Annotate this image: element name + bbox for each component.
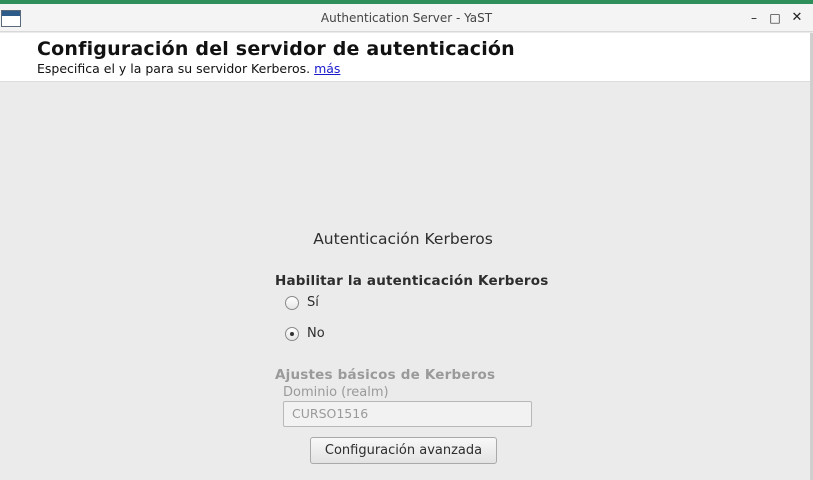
maximize-icon[interactable]: □ bbox=[767, 10, 783, 26]
realm-label: Dominio (realm) bbox=[283, 385, 389, 400]
section-title: Autenticación Kerberos bbox=[313, 230, 493, 248]
radio-option-si[interactable]: Sí bbox=[285, 295, 319, 310]
radio-label-si: Sí bbox=[307, 295, 319, 310]
page-subtitle: Especifica el y la para su servidor Kerb… bbox=[37, 61, 340, 76]
help-more-link[interactable]: más bbox=[314, 61, 340, 76]
subtitle-text: Especifica el y la para su servidor Kerb… bbox=[37, 61, 311, 76]
radio-option-no[interactable]: No bbox=[285, 326, 325, 341]
window-title: Authentication Server - YaST bbox=[320, 11, 493, 25]
radio-button-no[interactable] bbox=[285, 326, 299, 341]
radio-button-si[interactable] bbox=[285, 295, 299, 310]
page-header: Configuración del servidor de autenticac… bbox=[0, 33, 810, 82]
radio-label-no: No bbox=[307, 326, 325, 341]
window-titlebar[interactable]: Authentication Server - YaST – □ ✕ bbox=[0, 4, 813, 32]
close-icon[interactable]: ✕ bbox=[789, 10, 805, 26]
minimize-icon[interactable]: – bbox=[746, 10, 762, 26]
page-title: Configuración del servidor de autenticac… bbox=[37, 38, 515, 60]
realm-input[interactable]: CURSO1516 bbox=[283, 401, 532, 427]
basic-settings-title: Ajustes básicos de Kerberos bbox=[275, 367, 496, 383]
enable-kerberos-label: Habilitar la autenticación Kerberos bbox=[275, 273, 549, 289]
advanced-configuration-button[interactable]: Configuración avanzada bbox=[310, 437, 497, 464]
